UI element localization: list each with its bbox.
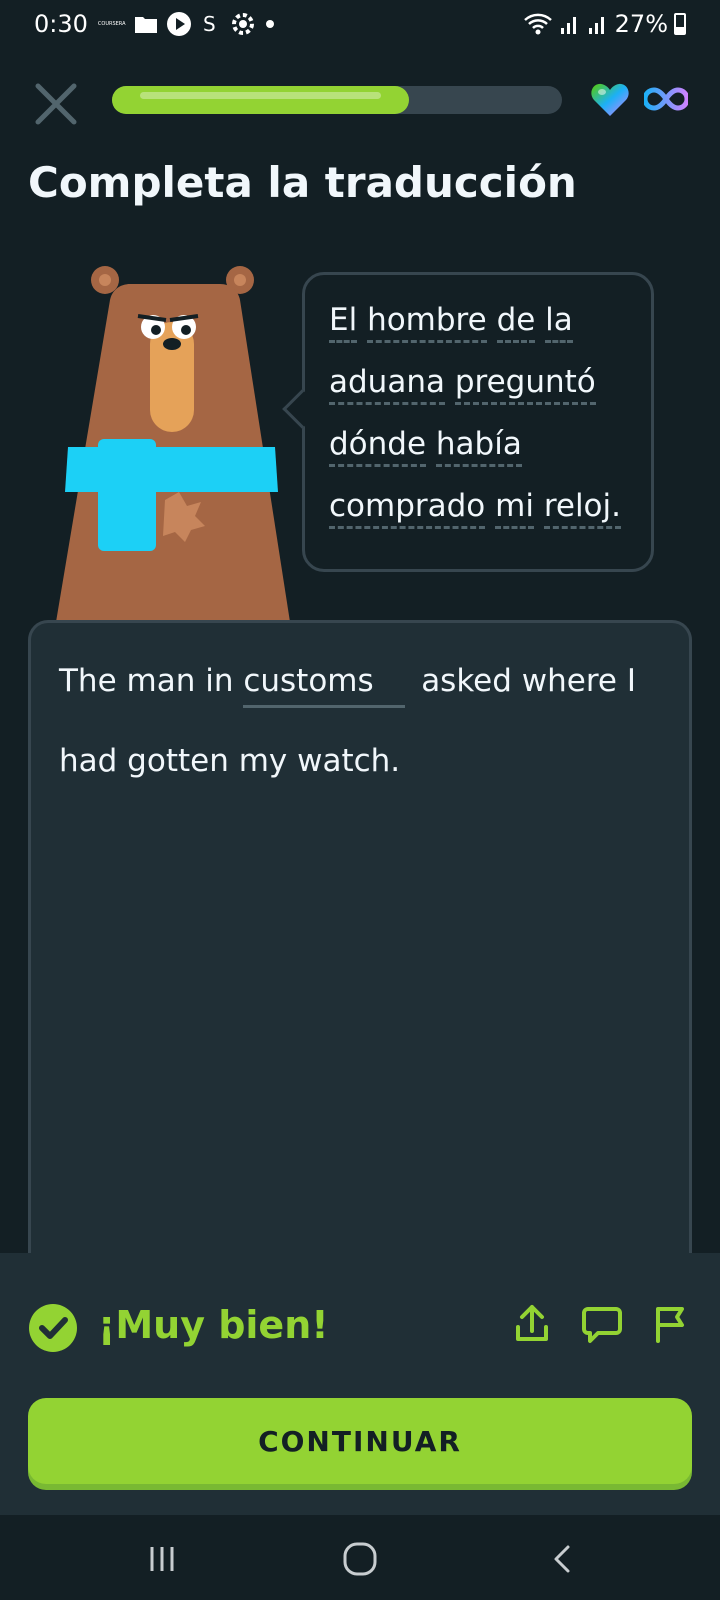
prompt-line: comprado mi reloj. [329, 475, 629, 537]
answer-sentence: The man in customs asked where I had got… [59, 641, 661, 801]
progress-shine [140, 92, 381, 99]
prompt-word[interactable]: preguntó [454, 362, 596, 405]
share-icon[interactable] [510, 1301, 554, 1345]
infinity-icon[interactable] [644, 86, 688, 112]
close-icon[interactable] [30, 78, 82, 130]
settings-gear-icon [231, 13, 254, 35]
page-title: Completa la traducción [28, 158, 577, 207]
system-navigation-bar [0, 1515, 720, 1600]
app-screen: 0:30 COURSERA S 27% Completa la traducci… [0, 0, 720, 1600]
svg-text:S: S [203, 12, 216, 36]
status-bar: 0:30 COURSERA S 27% [0, 0, 720, 48]
prompt-word[interactable]: había [435, 424, 522, 467]
prompt-word[interactable]: dónde [329, 424, 427, 467]
answer-card: The man in customs asked where I had got… [28, 620, 692, 1260]
prompt-word[interactable]: comprado [329, 486, 486, 529]
battery-percent: 27% [614, 10, 668, 38]
feedback-panel: ¡Muy bien! CONTINUAR [0, 1253, 720, 1515]
back-icon[interactable] [544, 1539, 584, 1579]
coursera-notification-icon: COURSERA [97, 21, 126, 27]
battery-icon [674, 13, 686, 35]
prompt-line: dónde había [329, 413, 629, 475]
prompt-word[interactable]: El [329, 300, 358, 343]
continue-button[interactable]: CONTINUAR [28, 1398, 692, 1484]
answer-text-before: The man in [59, 663, 234, 699]
prompt-word[interactable]: de [496, 300, 536, 343]
answer-blank-input[interactable]: customs [243, 657, 406, 708]
heart-icon[interactable] [590, 82, 630, 118]
wifi-icon [523, 13, 552, 35]
prompt-word[interactable]: aduana [329, 362, 445, 405]
prompt-line: El hombre de la [329, 289, 629, 351]
prompt-word[interactable]: reloj. [543, 486, 621, 529]
speech-bubble: El hombre de la aduana preguntó dónde ha… [282, 272, 654, 572]
lesson-progress-bar [112, 86, 562, 114]
feedback-title: ¡Muy bien! [98, 1303, 329, 1347]
lesson-top-bar [0, 72, 720, 132]
signal-icon [560, 17, 576, 34]
check-circle-icon [29, 1304, 77, 1352]
status-time: 0:30 [34, 10, 88, 38]
prompt-word[interactable]: la [545, 300, 573, 343]
bear-character-illustration [56, 266, 290, 622]
dot-icon [265, 20, 274, 28]
home-icon[interactable] [340, 1539, 380, 1579]
report-flag-icon[interactable] [648, 1301, 692, 1345]
comment-icon[interactable] [580, 1301, 624, 1345]
lesson-progress-fill [112, 86, 409, 114]
signal-icon-2 [588, 17, 604, 34]
recent-apps-icon[interactable] [142, 1539, 182, 1579]
prompt-word[interactable]: hombre [367, 300, 487, 343]
sync-icon: S [203, 12, 216, 36]
notification-icons: COURSERA S [98, 11, 276, 37]
status-right: 27% [523, 10, 686, 38]
folder-icon [134, 17, 157, 33]
play-icon [166, 12, 191, 36]
prompt-word[interactable]: mi [495, 486, 534, 529]
prompt-line: aduana preguntó [329, 351, 629, 413]
